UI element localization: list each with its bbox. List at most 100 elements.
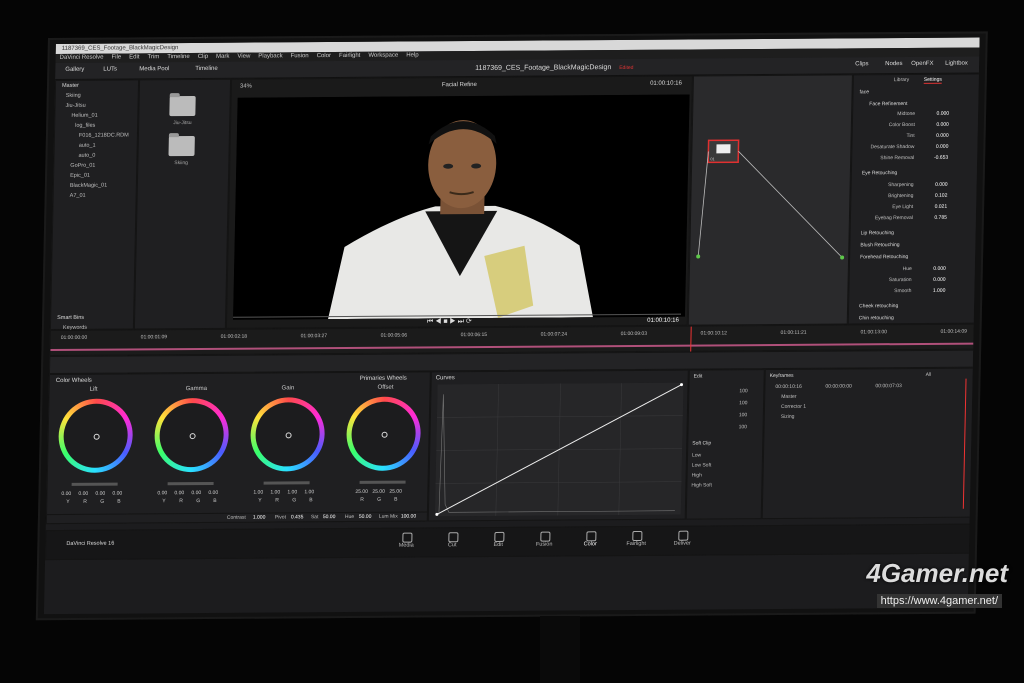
tree-root[interactable]: Master bbox=[56, 80, 138, 91]
fx-section-header[interactable]: Eye Retouching bbox=[862, 170, 897, 176]
color-wheel[interactable] bbox=[249, 397, 326, 472]
fx-section-header[interactable]: Lip Retouching bbox=[861, 230, 894, 236]
menu-item[interactable]: Color bbox=[317, 53, 331, 59]
wheel-value[interactable]: 25.00 bbox=[389, 489, 402, 495]
fx-param-value[interactable]: 0.102 bbox=[935, 193, 948, 199]
tree-item[interactable]: auto_0 bbox=[54, 150, 136, 161]
kf-playhead[interactable] bbox=[962, 378, 967, 509]
pivot-value[interactable]: 0.435 bbox=[291, 514, 304, 520]
hue-value[interactable]: 50.00 bbox=[359, 514, 372, 520]
menu-item[interactable]: Edit bbox=[129, 54, 139, 60]
luts-button[interactable]: LUTs bbox=[103, 67, 117, 73]
page-tab-deliver[interactable]: Deliver bbox=[662, 541, 702, 547]
tree-item[interactable]: log_files bbox=[55, 120, 137, 131]
menu-item[interactable]: Mark bbox=[216, 54, 229, 60]
fx-section-header[interactable]: Cheek retouching bbox=[859, 303, 898, 309]
playhead[interactable] bbox=[690, 326, 692, 353]
color-wheel[interactable] bbox=[153, 397, 230, 473]
menu-item[interactable]: View bbox=[237, 54, 250, 60]
viewer-title[interactable]: Facial Refine bbox=[442, 82, 477, 88]
master-wheel-slider[interactable] bbox=[263, 481, 310, 485]
edit-r-value[interactable]: 100 bbox=[739, 400, 747, 406]
fx-section-header[interactable]: Forehead Retouching bbox=[860, 254, 908, 260]
tree-item[interactable]: F016_1218DC.RDM bbox=[55, 130, 137, 141]
master-wheel-slider[interactable] bbox=[167, 481, 214, 486]
page-fairlight-icon[interactable] bbox=[632, 530, 643, 542]
menu-item[interactable]: Clip bbox=[198, 54, 208, 60]
page-tab-fairlight[interactable]: Fairlight bbox=[616, 541, 656, 547]
keyframes-mode[interactable]: All bbox=[926, 372, 932, 378]
kf-row-master[interactable]: Master bbox=[781, 394, 796, 400]
tab-settings[interactable]: Settings bbox=[923, 76, 942, 84]
page-tab-edit[interactable]: Edit bbox=[478, 542, 518, 548]
kf-row-corrector[interactable]: Corrector 1 bbox=[781, 404, 806, 410]
fx-section-header[interactable]: Chin retouching bbox=[859, 315, 894, 321]
wheel-handle[interactable] bbox=[189, 433, 196, 440]
fx-param-value[interactable]: 0.000 bbox=[937, 111, 950, 117]
kf-row-sizing[interactable]: Sizing bbox=[781, 414, 795, 420]
fx-param-value[interactable]: 0.000 bbox=[936, 144, 949, 150]
clips-button[interactable]: Clips bbox=[855, 61, 868, 67]
fx-param-value[interactable]: 0.785 bbox=[934, 215, 947, 221]
menu-item[interactable]: Playback bbox=[258, 53, 282, 59]
edit-g-value[interactable]: 100 bbox=[739, 412, 747, 418]
wheel-value[interactable]: 0.00 bbox=[112, 491, 122, 497]
fx-param-value[interactable]: 0.000 bbox=[935, 182, 948, 188]
sat-value[interactable]: 50.00 bbox=[323, 514, 336, 520]
wheel-value[interactable]: 0.00 bbox=[78, 491, 88, 497]
menu-item[interactable]: Help bbox=[406, 52, 418, 58]
fx-param-value[interactable]: 0.000 bbox=[933, 266, 946, 272]
wheel-value[interactable]: 0.00 bbox=[174, 490, 184, 496]
lightbox-button[interactable]: Lightbox bbox=[945, 61, 968, 67]
wheel-value[interactable]: 0.00 bbox=[95, 491, 105, 497]
page-tab-color[interactable]: Color bbox=[570, 541, 610, 547]
tree-item[interactable]: Jiu-Jitsu bbox=[55, 100, 137, 111]
zoom-level[interactable]: 34% bbox=[240, 84, 252, 90]
wheel-value[interactable]: 1.00 bbox=[287, 489, 297, 495]
menu-item[interactable]: Workspace bbox=[368, 53, 398, 59]
gallery-button[interactable]: Gallery bbox=[65, 67, 84, 73]
folder-icon[interactable] bbox=[169, 95, 196, 117]
tab-library[interactable]: Library bbox=[894, 77, 909, 83]
wheel-value[interactable]: 0.00 bbox=[208, 490, 218, 496]
tree-item[interactable]: GoPro_01 bbox=[54, 160, 136, 171]
wheel-value[interactable]: 1.00 bbox=[304, 489, 314, 495]
fx-param-value[interactable]: 0.000 bbox=[936, 122, 949, 128]
menu-item[interactable]: Trim bbox=[147, 54, 159, 60]
menu-item[interactable]: File bbox=[111, 54, 121, 60]
fx-param-value[interactable]: 0.000 bbox=[936, 133, 949, 139]
fx-section-header[interactable]: Blush Retouching bbox=[860, 242, 899, 248]
timeline-button[interactable]: Timeline bbox=[195, 66, 218, 72]
contrast-value[interactable]: 1.000 bbox=[253, 515, 266, 521]
tree-item[interactable]: A7_01 bbox=[54, 190, 136, 201]
tree-item[interactable]: BlackMagic_01 bbox=[54, 180, 136, 191]
page-tab-cut[interactable]: Cut bbox=[432, 542, 472, 548]
fx-param-value[interactable]: 1.000 bbox=[933, 288, 946, 294]
curve-graph[interactable] bbox=[434, 382, 684, 517]
wheel-value[interactable]: 1.00 bbox=[253, 490, 263, 496]
section-face-refinement[interactable]: Face Refinement bbox=[869, 101, 907, 107]
page-fusion-icon[interactable] bbox=[540, 531, 551, 542]
tree-item[interactable]: Skiing bbox=[56, 90, 138, 101]
folder-icon[interactable] bbox=[168, 135, 195, 157]
nodes-button[interactable]: Nodes bbox=[885, 61, 902, 67]
page-color-icon[interactable] bbox=[586, 531, 597, 542]
wheel-value[interactable]: 1.00 bbox=[270, 489, 280, 495]
wheel-value[interactable]: 0.00 bbox=[157, 490, 167, 496]
media-pool-button[interactable]: Media Pool bbox=[139, 66, 169, 72]
page-deliver-icon[interactable] bbox=[678, 530, 689, 541]
wheel-value[interactable]: 0.00 bbox=[61, 491, 71, 497]
page-media-icon[interactable] bbox=[402, 532, 413, 543]
fx-param-value[interactable]: 0.021 bbox=[935, 204, 948, 210]
page-tab-fusion[interactable]: Fusion bbox=[524, 542, 564, 548]
fx-param-value[interactable]: 0.000 bbox=[933, 277, 946, 283]
tree-item[interactable]: Helium_01 bbox=[55, 110, 137, 121]
lummix-value[interactable]: 100.00 bbox=[401, 514, 416, 520]
wheels-mode-dropdown[interactable]: Primaries Wheels bbox=[360, 376, 407, 382]
menu-item[interactable]: DaVinci Resolve bbox=[60, 55, 104, 61]
color-wheel[interactable] bbox=[57, 398, 134, 474]
tree-item[interactable]: auto_1 bbox=[55, 140, 137, 151]
tree-item[interactable]: Epic_01 bbox=[54, 170, 136, 181]
edit-b-value[interactable]: 100 bbox=[739, 424, 747, 430]
wheel-value[interactable]: 25.00 bbox=[372, 489, 385, 495]
